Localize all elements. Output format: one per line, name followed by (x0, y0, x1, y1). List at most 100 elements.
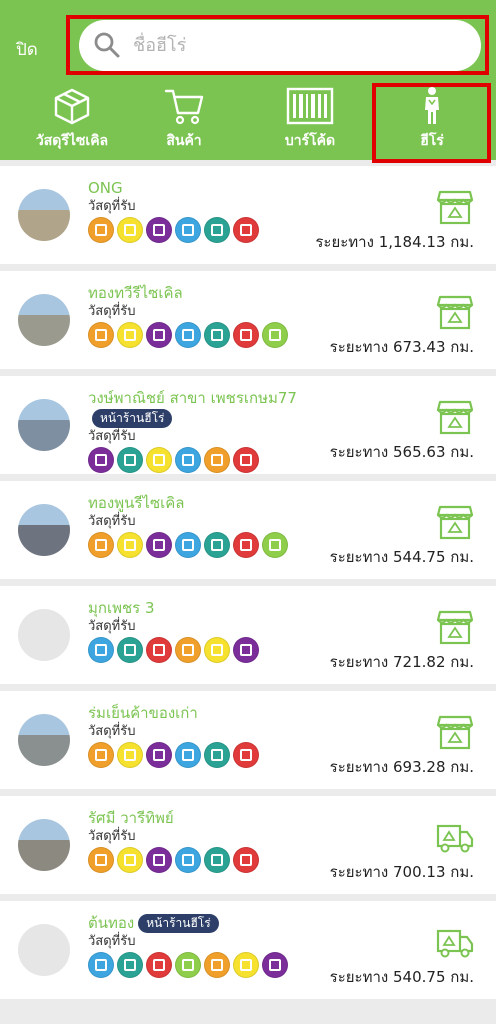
distance: ระยะทาง 1,184.13 กม. (315, 233, 474, 251)
materials-row (88, 637, 318, 663)
paper-icon (88, 742, 114, 768)
plastic-bottle-blue-icon (88, 637, 114, 663)
electronics-icon (204, 742, 230, 768)
electronics-icon (204, 217, 230, 243)
tab-label: วัสดุรีไซเคิล (35, 133, 109, 149)
electronics-icon (204, 532, 230, 558)
plastic-bottle-blue-icon (175, 742, 201, 768)
truck-icon (436, 824, 474, 853)
distance: ระยะทาง 673.43 กม. (329, 338, 474, 356)
hero-list-item[interactable]: มุกเพชร 3 วัสดุที่รับระยะทาง 721.82 กม. (0, 586, 496, 684)
hero-info: ร่มเย็นค้าของเก่าวัสดุที่รับ (88, 703, 318, 768)
can-icon (262, 952, 288, 978)
plastic-bottle-yellow-icon (117, 217, 143, 243)
hero-name-row: วงษ์พาณิชย์ สาขา เพชรเกษม77 หน้าร้านฮีโร่ (88, 388, 318, 428)
can-icon (146, 532, 172, 558)
hero-info: ต้นทอง หน้าร้านฮีโร่ วัสดุที่รับ (88, 913, 318, 978)
tab-label: บาร์โค้ด (284, 133, 336, 149)
hero-info: ทองทวีรีไซเคิลวัสดุที่รับ (88, 283, 318, 348)
materials-label: วัสดุที่รับ (88, 829, 136, 844)
paper-icon (204, 447, 230, 473)
hero-storefront-badge: หน้าร้านฮีโร่ (138, 914, 219, 933)
hero-list-item[interactable]: ทองพูนรีไซเคิล วัสดุที่รับระยะทาง 544.75 … (0, 481, 496, 579)
fabric-icon (262, 322, 288, 348)
hero-name: ร่มเย็นค้าของเก่า (88, 704, 198, 722)
hero-name-row: ต้นทอง หน้าร้านฮีโร่ (88, 913, 318, 933)
hero-list-item[interactable]: ต้นทอง หน้าร้านฮีโร่ วัสดุที่รับ ระยะทาง 54… (0, 901, 496, 999)
plastic-bottle-blue-icon (175, 447, 201, 473)
steel-icon (146, 637, 172, 663)
materials-label: วัสดุที่รับ (88, 724, 136, 739)
electronics-icon (117, 952, 143, 978)
hero-list-item[interactable]: รัศมี วารีทิพย์ วัสดุที่รับ ระยะทาง 700.13… (0, 796, 496, 894)
hero-name: มุกเพชร 3 (88, 599, 155, 617)
plastic-bottle-yellow-icon (117, 532, 143, 558)
tab-products[interactable]: สินค้า (122, 86, 246, 158)
hero-name: ต้นทอง (88, 914, 135, 932)
hero-list-item[interactable]: ONG วัสดุที่รับ ระยะทาง 1,184.13 กม. (0, 166, 496, 264)
store-icon (436, 505, 474, 540)
truck-icon (436, 929, 474, 958)
plastic-bottle-yellow-icon (146, 447, 172, 473)
hero-info: ONG วัสดุที่รับ (88, 178, 318, 243)
paper-icon (88, 217, 114, 243)
can-icon (146, 217, 172, 243)
can-icon (146, 322, 172, 348)
fabric-icon (175, 952, 201, 978)
avatar (18, 924, 70, 976)
electronics-icon (204, 847, 230, 873)
can-icon (233, 637, 259, 663)
fabric-icon (262, 532, 288, 558)
steel-icon (233, 742, 259, 768)
paper-icon (175, 637, 201, 663)
plastic-bottle-yellow-icon (117, 322, 143, 348)
hero-name-row: มุกเพชร 3 (88, 598, 318, 618)
paper-icon (88, 847, 114, 873)
electronics-icon (204, 322, 230, 348)
materials-label: วัสดุที่รับ (88, 304, 136, 319)
close-button[interactable]: ปิด (16, 36, 38, 63)
plastic-bottle-yellow-icon (233, 952, 259, 978)
distance: ระยะทาง 721.82 กม. (329, 653, 474, 671)
materials-label: วัสดุที่รับ (88, 619, 136, 634)
materials-label: วัสดุที่รับ (88, 199, 136, 214)
can-icon (146, 847, 172, 873)
plastic-bottle-yellow-icon (204, 637, 230, 663)
materials-row (88, 447, 318, 473)
paper-icon (204, 952, 230, 978)
hero-name-row: รัศมี วารีทิพย์ (88, 808, 318, 828)
hero-list-item[interactable]: วงษ์พาณิชย์ สาขา เพชรเกษม77 หน้าร้านฮีโร่… (0, 376, 496, 474)
steel-icon (233, 322, 259, 348)
avatar (18, 399, 70, 451)
tab-barcode[interactable]: บาร์โค้ด (248, 86, 372, 158)
hero-info: ทองพูนรีไซเคิล วัสดุที่รับ (88, 493, 318, 558)
store-icon (436, 190, 474, 225)
steel-icon (233, 847, 259, 873)
distance: ระยะทาง 544.75 กม. (329, 548, 474, 566)
paper-icon (88, 322, 114, 348)
plastic-bottle-yellow-icon (117, 742, 143, 768)
cart-icon (164, 89, 204, 125)
hero-name-row: ทองทวีรีไซเคิล (88, 283, 318, 303)
hero-storefront-badge: หน้าร้านฮีโร่ (92, 409, 173, 428)
hero-list-item[interactable]: ทองทวีรีไซเคิลวัสดุที่รับระยะทาง 673.43 … (0, 271, 496, 369)
hero-info: มุกเพชร 3 วัสดุที่รับ (88, 598, 318, 663)
avatar (18, 819, 70, 871)
materials-row (88, 742, 318, 768)
plastic-bottle-blue-icon (175, 322, 201, 348)
steel-icon (233, 447, 259, 473)
plastic-bottle-blue-icon (175, 532, 201, 558)
can-icon (146, 742, 172, 768)
tab-recyclables[interactable]: วัสดุรีไซเคิล (10, 86, 134, 158)
plastic-bottle-blue-icon (88, 952, 114, 978)
hero-list-item[interactable]: ร่มเย็นค้าของเก่า วัสดุที่รับ ระยะทาง 693.… (0, 691, 496, 789)
barcode-icon (286, 87, 334, 125)
materials-label: วัสดุที่รับ (88, 429, 136, 444)
hero-name-row: ร่มเย็นค้าของเก่า (88, 703, 318, 723)
store-icon (436, 715, 474, 750)
avatar (18, 714, 70, 766)
hero-name: ทองทวีรีไซเคิล (88, 284, 183, 302)
hero-name: วงษ์พาณิชย์ สาขา เพชรเกษม77 (88, 389, 297, 407)
electronics-icon (117, 447, 143, 473)
steel-icon (146, 952, 172, 978)
